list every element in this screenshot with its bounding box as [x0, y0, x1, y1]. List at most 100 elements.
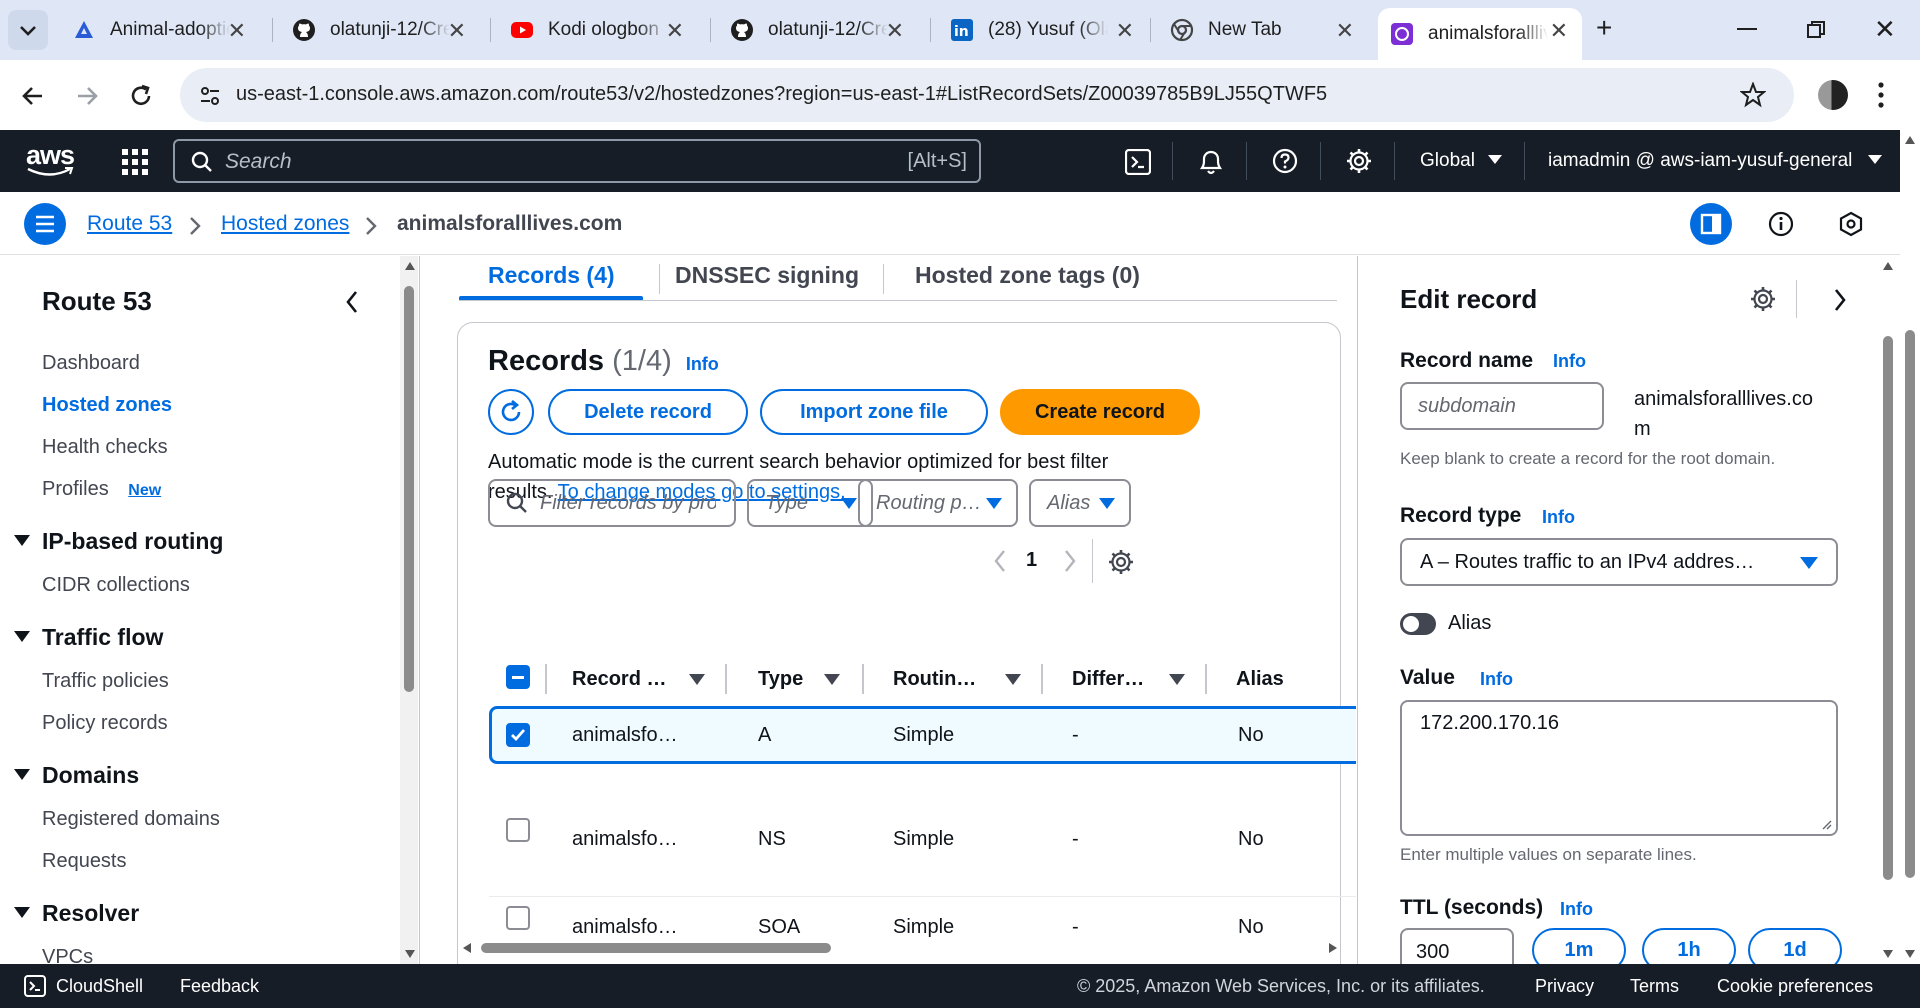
- refresh-button[interactable]: [488, 389, 534, 435]
- record-type-select[interactable]: A – Routes traffic to an IPv4 addres…: [1400, 538, 1838, 586]
- close-tab-icon[interactable]: ✕: [228, 18, 246, 44]
- routing-policy-filter-select[interactable]: Routing p…: [858, 479, 1018, 527]
- page-scroll-thumb[interactable]: [1905, 330, 1915, 878]
- column-header-type[interactable]: Type: [758, 668, 803, 691]
- sidebar-section-domains[interactable]: Domains: [14, 762, 139, 789]
- delete-record-button[interactable]: Delete record: [548, 389, 748, 435]
- records-info-link[interactable]: Info: [686, 354, 719, 374]
- nav-menu-toggle[interactable]: [24, 203, 66, 245]
- panel-scroll-thumb[interactable]: [1883, 336, 1893, 880]
- page-scrollbar[interactable]: [1900, 130, 1920, 964]
- tab-dnssec[interactable]: DNSSEC signing: [675, 262, 859, 289]
- aws-logo[interactable]: aws: [26, 140, 76, 180]
- site-settings-icon[interactable]: [198, 84, 222, 108]
- browser-menu-icon[interactable]: [1876, 80, 1886, 110]
- ttl-1m-button[interactable]: 1m: [1532, 928, 1626, 964]
- profile-avatar[interactable]: [1818, 80, 1848, 110]
- sidebar-item-dashboard[interactable]: Dashboard: [42, 352, 140, 375]
- table-preferences-gear-icon[interactable]: [1108, 549, 1134, 575]
- close-tab-icon[interactable]: ✕: [1116, 18, 1134, 44]
- sidebar-item-vpcs[interactable]: VPCs: [42, 946, 93, 964]
- sidebar-item-requests[interactable]: Requests: [42, 850, 127, 873]
- new-tab-button[interactable]: +: [1596, 12, 1612, 44]
- close-window-icon[interactable]: ✕: [1874, 14, 1896, 45]
- create-record-button[interactable]: Create record: [1000, 389, 1200, 435]
- sidebar-section-traffic-flow[interactable]: Traffic flow: [14, 624, 163, 651]
- column-header-routing[interactable]: Routin…: [893, 668, 976, 691]
- help-icon[interactable]: [1272, 148, 1298, 174]
- alias-toggle[interactable]: [1400, 613, 1436, 635]
- sidebar-scroll-thumb[interactable]: [404, 286, 414, 692]
- ttl-1h-button[interactable]: 1h: [1642, 928, 1736, 964]
- cookie-preferences-link[interactable]: Cookie preferences: [1717, 976, 1873, 997]
- terms-link[interactable]: Terms: [1630, 976, 1679, 997]
- sidebar-item-policy-records[interactable]: Policy records: [42, 712, 168, 735]
- row-checkbox[interactable]: [506, 818, 530, 842]
- browser-tab[interactable]: Kodi ologbon ✕: [498, 8, 698, 52]
- panel-settings-gear-icon[interactable]: [1750, 286, 1776, 312]
- sort-icon[interactable]: [824, 674, 840, 685]
- info-circle-icon[interactable]: [1768, 211, 1794, 237]
- address-bar[interactable]: us-east-1.console.aws.amazon.com/route53…: [180, 68, 1794, 122]
- browser-tab[interactable]: olatunji-12/Create ✕: [280, 8, 480, 52]
- browser-tab[interactable]: in (28) Yusuf (Ola ✕: [938, 8, 1148, 52]
- sort-icon[interactable]: [1169, 674, 1185, 685]
- previous-page-icon[interactable]: [992, 549, 1008, 573]
- sidebar-item-registered-domains[interactable]: Registered domains: [42, 808, 220, 831]
- privacy-link[interactable]: Privacy: [1535, 976, 1594, 997]
- browser-tab-active[interactable]: animalsforalllives ✕: [1378, 8, 1582, 60]
- tab-search-button[interactable]: [8, 10, 48, 50]
- search-input[interactable]: Search [Alt+S]: [173, 139, 981, 183]
- forward-arrow-icon[interactable]: [74, 83, 100, 109]
- value-info-link[interactable]: Info: [1480, 669, 1513, 690]
- split-panel-toggle[interactable]: [1690, 203, 1732, 245]
- sort-icon[interactable]: [1005, 674, 1021, 685]
- ttl-1d-button[interactable]: 1d: [1748, 928, 1842, 964]
- filter-records-input[interactable]: Filter records by property or value: [488, 479, 736, 527]
- feedback-link[interactable]: Feedback: [180, 976, 259, 997]
- notifications-bell-icon[interactable]: [1198, 148, 1224, 176]
- services-grid-icon[interactable]: [122, 149, 148, 175]
- record-name-info-link[interactable]: Info: [1553, 351, 1586, 372]
- region-selector[interactable]: Global: [1420, 150, 1503, 172]
- type-filter-select[interactable]: Type: [747, 479, 873, 527]
- close-tab-icon[interactable]: ✕: [1336, 18, 1354, 44]
- collapse-sidebar-icon[interactable]: [344, 290, 360, 314]
- close-tab-icon[interactable]: ✕: [886, 18, 904, 44]
- value-textarea[interactable]: 172.200.170.16: [1400, 700, 1838, 836]
- close-tab-icon[interactable]: ✕: [666, 18, 684, 44]
- next-page-icon[interactable]: [1062, 549, 1078, 573]
- breadcrumb-hosted-zones[interactable]: Hosted zones: [221, 212, 349, 236]
- sidebar-scrollbar[interactable]: [400, 256, 418, 964]
- browser-tab[interactable]: New Tab ✕: [1158, 8, 1368, 52]
- hexagon-settings-icon[interactable]: [1838, 211, 1864, 237]
- sidebar-section-resolver[interactable]: Resolver: [14, 900, 139, 927]
- column-header-record-name[interactable]: Record …: [572, 668, 666, 691]
- column-header-alias[interactable]: Alias: [1236, 668, 1284, 691]
- cloudshell-link[interactable]: CloudShell: [56, 976, 143, 997]
- reload-icon[interactable]: [128, 83, 154, 109]
- sidebar-item-traffic-policies[interactable]: Traffic policies: [42, 670, 169, 693]
- row-checkbox[interactable]: [506, 906, 530, 930]
- back-arrow-icon[interactable]: [20, 83, 46, 109]
- resize-grip-icon[interactable]: [1820, 818, 1832, 830]
- table-horizontal-scrollbar[interactable]: [459, 940, 1339, 956]
- bookmark-star-icon[interactable]: [1740, 82, 1766, 108]
- select-all-checkbox[interactable]: [506, 665, 530, 689]
- sidebar-item-cidr[interactable]: CIDR collections: [42, 574, 190, 597]
- restore-window-icon[interactable]: [1806, 20, 1826, 40]
- close-panel-chevron-icon[interactable]: [1832, 288, 1848, 312]
- cloudshell-icon[interactable]: [24, 975, 46, 997]
- browser-tab[interactable]: olatunji-12/Create ✕: [718, 8, 918, 52]
- horizontal-scroll-thumb[interactable]: [481, 943, 831, 953]
- sidebar-section-ip-routing[interactable]: IP-based routing: [14, 528, 223, 555]
- account-menu[interactable]: iamadmin @ aws-iam-yusuf-general: [1548, 150, 1882, 172]
- record-name-input[interactable]: subdomain: [1400, 382, 1604, 430]
- ttl-info-link[interactable]: Info: [1560, 899, 1593, 920]
- column-header-differentiator[interactable]: Differ…: [1072, 668, 1144, 691]
- record-type-info-link[interactable]: Info: [1542, 507, 1575, 528]
- table-row[interactable]: [489, 776, 1356, 870]
- sidebar-item-profiles[interactable]: Profiles New: [42, 478, 161, 501]
- cloudshell-icon[interactable]: [1125, 149, 1151, 175]
- minimize-window-icon[interactable]: [1737, 28, 1757, 30]
